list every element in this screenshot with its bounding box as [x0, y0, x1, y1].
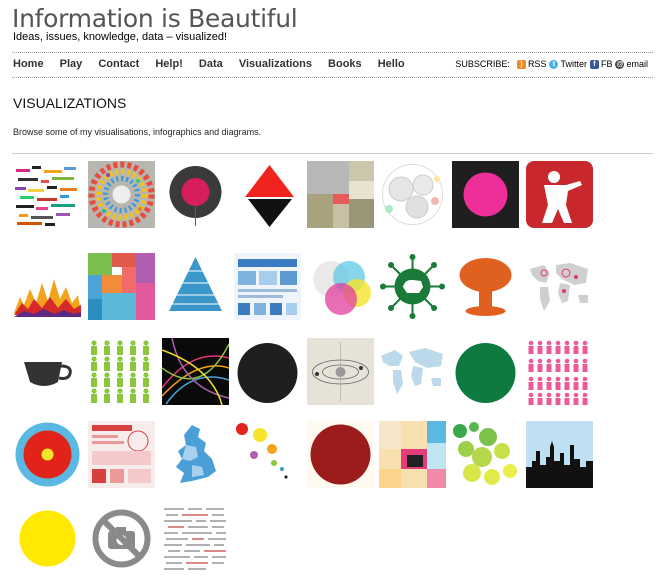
subscribe-twitter[interactable]: Twitter — [560, 59, 587, 69]
main-nav: Home Play Contact Help! Data Visualizati… — [13, 58, 418, 70]
thumb-pyramid[interactable] — [162, 253, 229, 320]
twitter-icon[interactable]: t — [549, 59, 559, 69]
nav-play[interactable]: Play — [60, 58, 83, 70]
facebook-icon[interactable]: f — [589, 59, 599, 69]
thumb-squares-grid[interactable] — [379, 421, 446, 488]
subscribe-fb[interactable]: FB — [601, 59, 613, 69]
subscribe-email[interactable]: email — [626, 59, 648, 69]
thumb-venn-diagram[interactable] — [307, 253, 374, 320]
thumb-target[interactable] — [14, 421, 81, 488]
site-title[interactable]: Information is Beautiful — [12, 4, 298, 33]
thumb-green-bubbles[interactable] — [452, 421, 519, 488]
nav-visualizations[interactable]: Visualizations — [239, 58, 312, 70]
header-divider — [12, 52, 653, 53]
subscribe-bar: SUBSCRIBE: ) RSS t Twitter f FB @ email — [455, 59, 648, 69]
thumb-world-map-blue[interactable] — [379, 338, 446, 405]
rss-icon[interactable]: ) — [516, 59, 526, 69]
nav-help[interactable]: Help! — [155, 58, 183, 70]
thumb-red-infographic[interactable] — [88, 421, 155, 488]
nav-home[interactable]: Home — [13, 58, 44, 70]
thumb-skyline[interactable] — [526, 421, 593, 488]
site-tagline: Ideas, issues, knowledge, data – visuali… — [13, 31, 228, 43]
thumb-virus[interactable] — [379, 253, 446, 320]
thumb-color-wheel[interactable] — [88, 161, 155, 228]
thumb-uk-map[interactable] — [162, 421, 229, 488]
thumb-green-circle[interactable] — [452, 338, 519, 405]
subscribe-label: SUBSCRIBE: — [455, 59, 510, 69]
nav-data[interactable]: Data — [199, 58, 223, 70]
thumb-treemap-beige[interactable] — [307, 161, 374, 228]
page-title: VISUALIZATIONS — [13, 95, 127, 111]
content-divider — [12, 153, 653, 154]
thumb-soldier[interactable] — [526, 161, 593, 228]
thumb-word-cloud[interactable] — [162, 505, 229, 572]
page-intro: Browse some of my visualisations, infogr… — [13, 127, 262, 137]
thumb-circle-network[interactable] — [379, 161, 446, 228]
thumb-pink-people[interactable] — [526, 338, 593, 405]
thumb-blue-infographic[interactable] — [234, 253, 301, 320]
thumb-dot-sizes[interactable] — [234, 421, 301, 488]
thumb-colored-treemap[interactable] — [88, 253, 155, 320]
email-icon[interactable]: @ — [615, 59, 625, 69]
thumb-mushroom-cloud[interactable] — [452, 253, 519, 320]
thumb-yellow-circle[interactable] — [14, 505, 81, 572]
thumb-orbit-diagram[interactable] — [307, 338, 374, 405]
thumb-green-people[interactable] — [88, 338, 155, 405]
thumb-triangles[interactable] — [236, 161, 303, 228]
thumb-world-map-pink[interactable] — [526, 253, 593, 320]
thumb-mountain-chart[interactable] — [14, 253, 81, 320]
thumb-dark-circle[interactable] — [162, 161, 229, 228]
thumb-rainbow-lines[interactable] — [162, 338, 229, 405]
nav-divider — [12, 77, 653, 78]
nav-books[interactable]: Books — [328, 58, 362, 70]
nav-hello[interactable]: Hello — [378, 58, 405, 70]
thumb-red-circle[interactable] — [307, 421, 374, 488]
thumb-black-circle[interactable] — [234, 338, 301, 405]
thumb-teacup[interactable] — [14, 338, 81, 405]
nav-contact[interactable]: Contact — [98, 58, 139, 70]
thumb-color-chart[interactable] — [14, 161, 81, 228]
thumb-pink-dot[interactable] — [452, 161, 519, 228]
subscribe-rss[interactable]: RSS — [528, 59, 547, 69]
thumb-no-camera[interactable] — [88, 505, 155, 572]
